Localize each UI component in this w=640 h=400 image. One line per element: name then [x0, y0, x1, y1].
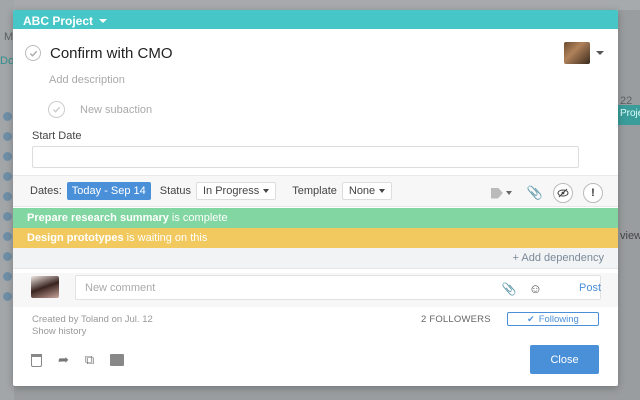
task-modal: ABC Project Confirm with CMO Add descrip…	[13, 10, 618, 386]
project-name: ABC Project	[23, 13, 94, 28]
background-topbar	[0, 0, 640, 10]
dates-button[interactable]: Today - Sep 14	[66, 182, 151, 200]
background-dot	[3, 252, 12, 261]
background-dot	[3, 152, 12, 161]
start-date-input[interactable]	[32, 146, 579, 168]
avatar	[31, 276, 59, 298]
chevron-down-icon	[505, 191, 512, 195]
chevron-down-icon	[263, 189, 270, 193]
background-dot	[3, 132, 12, 141]
dates-label: Dates:	[30, 185, 62, 197]
status-value: In Progress	[202, 185, 260, 197]
exclamation-icon[interactable]: !	[583, 183, 603, 203]
meta-actions: 📎 !	[490, 183, 603, 203]
tag-button[interactable]	[490, 187, 512, 199]
dependency-complete-status: is complete	[168, 212, 228, 224]
dependency-complete-name[interactable]: Prepare research summary	[27, 212, 169, 224]
chevron-down-icon[interactable]	[596, 51, 604, 55]
archive-icon[interactable]	[110, 354, 125, 366]
background-text: view	[620, 230, 640, 242]
share-icon[interactable]: ➦	[58, 352, 69, 368]
task-title[interactable]: Confirm with CMO	[50, 45, 173, 62]
check-icon: ✔	[527, 313, 535, 324]
background-tag: Projec	[618, 105, 640, 125]
following-label: Following	[538, 313, 579, 325]
dependency-complete[interactable]: Prepare research summary is complete	[13, 208, 618, 228]
status-label: Status	[159, 185, 191, 197]
meta-bar: Dates: Today - Sep 14 Status In Progress…	[13, 175, 618, 207]
show-history-link[interactable]: Show history	[32, 326, 86, 337]
comment-row: New comment 📎 ☺ Post	[13, 273, 618, 307]
duplicate-icon[interactable]: ⧉	[85, 352, 94, 368]
post-button[interactable]: Post	[579, 282, 601, 294]
paperclip-icon[interactable]: 📎	[527, 185, 543, 201]
task-actions: ➦ ⧉	[31, 352, 140, 368]
subaction-check-button[interactable]	[48, 101, 65, 118]
new-subaction-row[interactable]: New subaction	[48, 101, 152, 118]
background-dot	[3, 172, 12, 181]
followers-count[interactable]: 2 FOLLOWERS	[421, 314, 491, 325]
smiley-icon[interactable]: ☺	[529, 281, 542, 296]
paperclip-icon[interactable]: 📎	[502, 282, 517, 296]
check-icon	[29, 50, 37, 57]
background-dot	[3, 212, 12, 221]
dependency-waiting[interactable]: Design prototypes is waiting on this	[13, 228, 618, 248]
template-dropdown[interactable]: None	[341, 182, 393, 200]
template-label: Template	[292, 185, 337, 197]
background-text: Do	[0, 55, 15, 67]
created-info: Created by Toland on Jul. 12	[32, 314, 153, 325]
chevron-down-icon	[99, 18, 108, 23]
dependency-waiting-status: is waiting on this	[123, 232, 208, 244]
eye-icon	[557, 188, 569, 198]
background-dot	[3, 112, 12, 121]
add-dependency-button[interactable]: + Add dependency	[513, 252, 604, 264]
background-dot	[3, 292, 12, 301]
background-dot	[3, 232, 12, 241]
trash-icon[interactable]	[31, 353, 42, 367]
dependency-waiting-name[interactable]: Design prototypes	[27, 232, 124, 244]
title-row: Confirm with CMO	[25, 42, 606, 64]
template-value: None	[348, 185, 376, 197]
description-field[interactable]: Add description	[49, 74, 125, 86]
complete-task-button[interactable]	[25, 45, 41, 61]
watch-button[interactable]	[553, 183, 573, 203]
project-selector[interactable]: ABC Project	[13, 10, 618, 29]
background-dot	[3, 192, 12, 201]
comment-actions: 📎 ☺	[502, 281, 542, 296]
status-dropdown[interactable]: In Progress	[195, 182, 277, 200]
background-text: M	[4, 31, 14, 43]
check-icon	[52, 106, 61, 113]
assignee-avatar[interactable]	[564, 42, 590, 64]
new-subaction-input[interactable]: New subaction	[80, 104, 152, 116]
following-button[interactable]: ✔ Following	[507, 312, 599, 326]
background-dot	[3, 272, 12, 281]
close-button[interactable]: Close	[530, 345, 599, 374]
tag-icon	[490, 187, 503, 199]
chevron-down-icon	[379, 189, 386, 193]
add-dependency-link: + Add dependency	[13, 248, 618, 269]
start-date-label: Start Date	[32, 130, 82, 142]
